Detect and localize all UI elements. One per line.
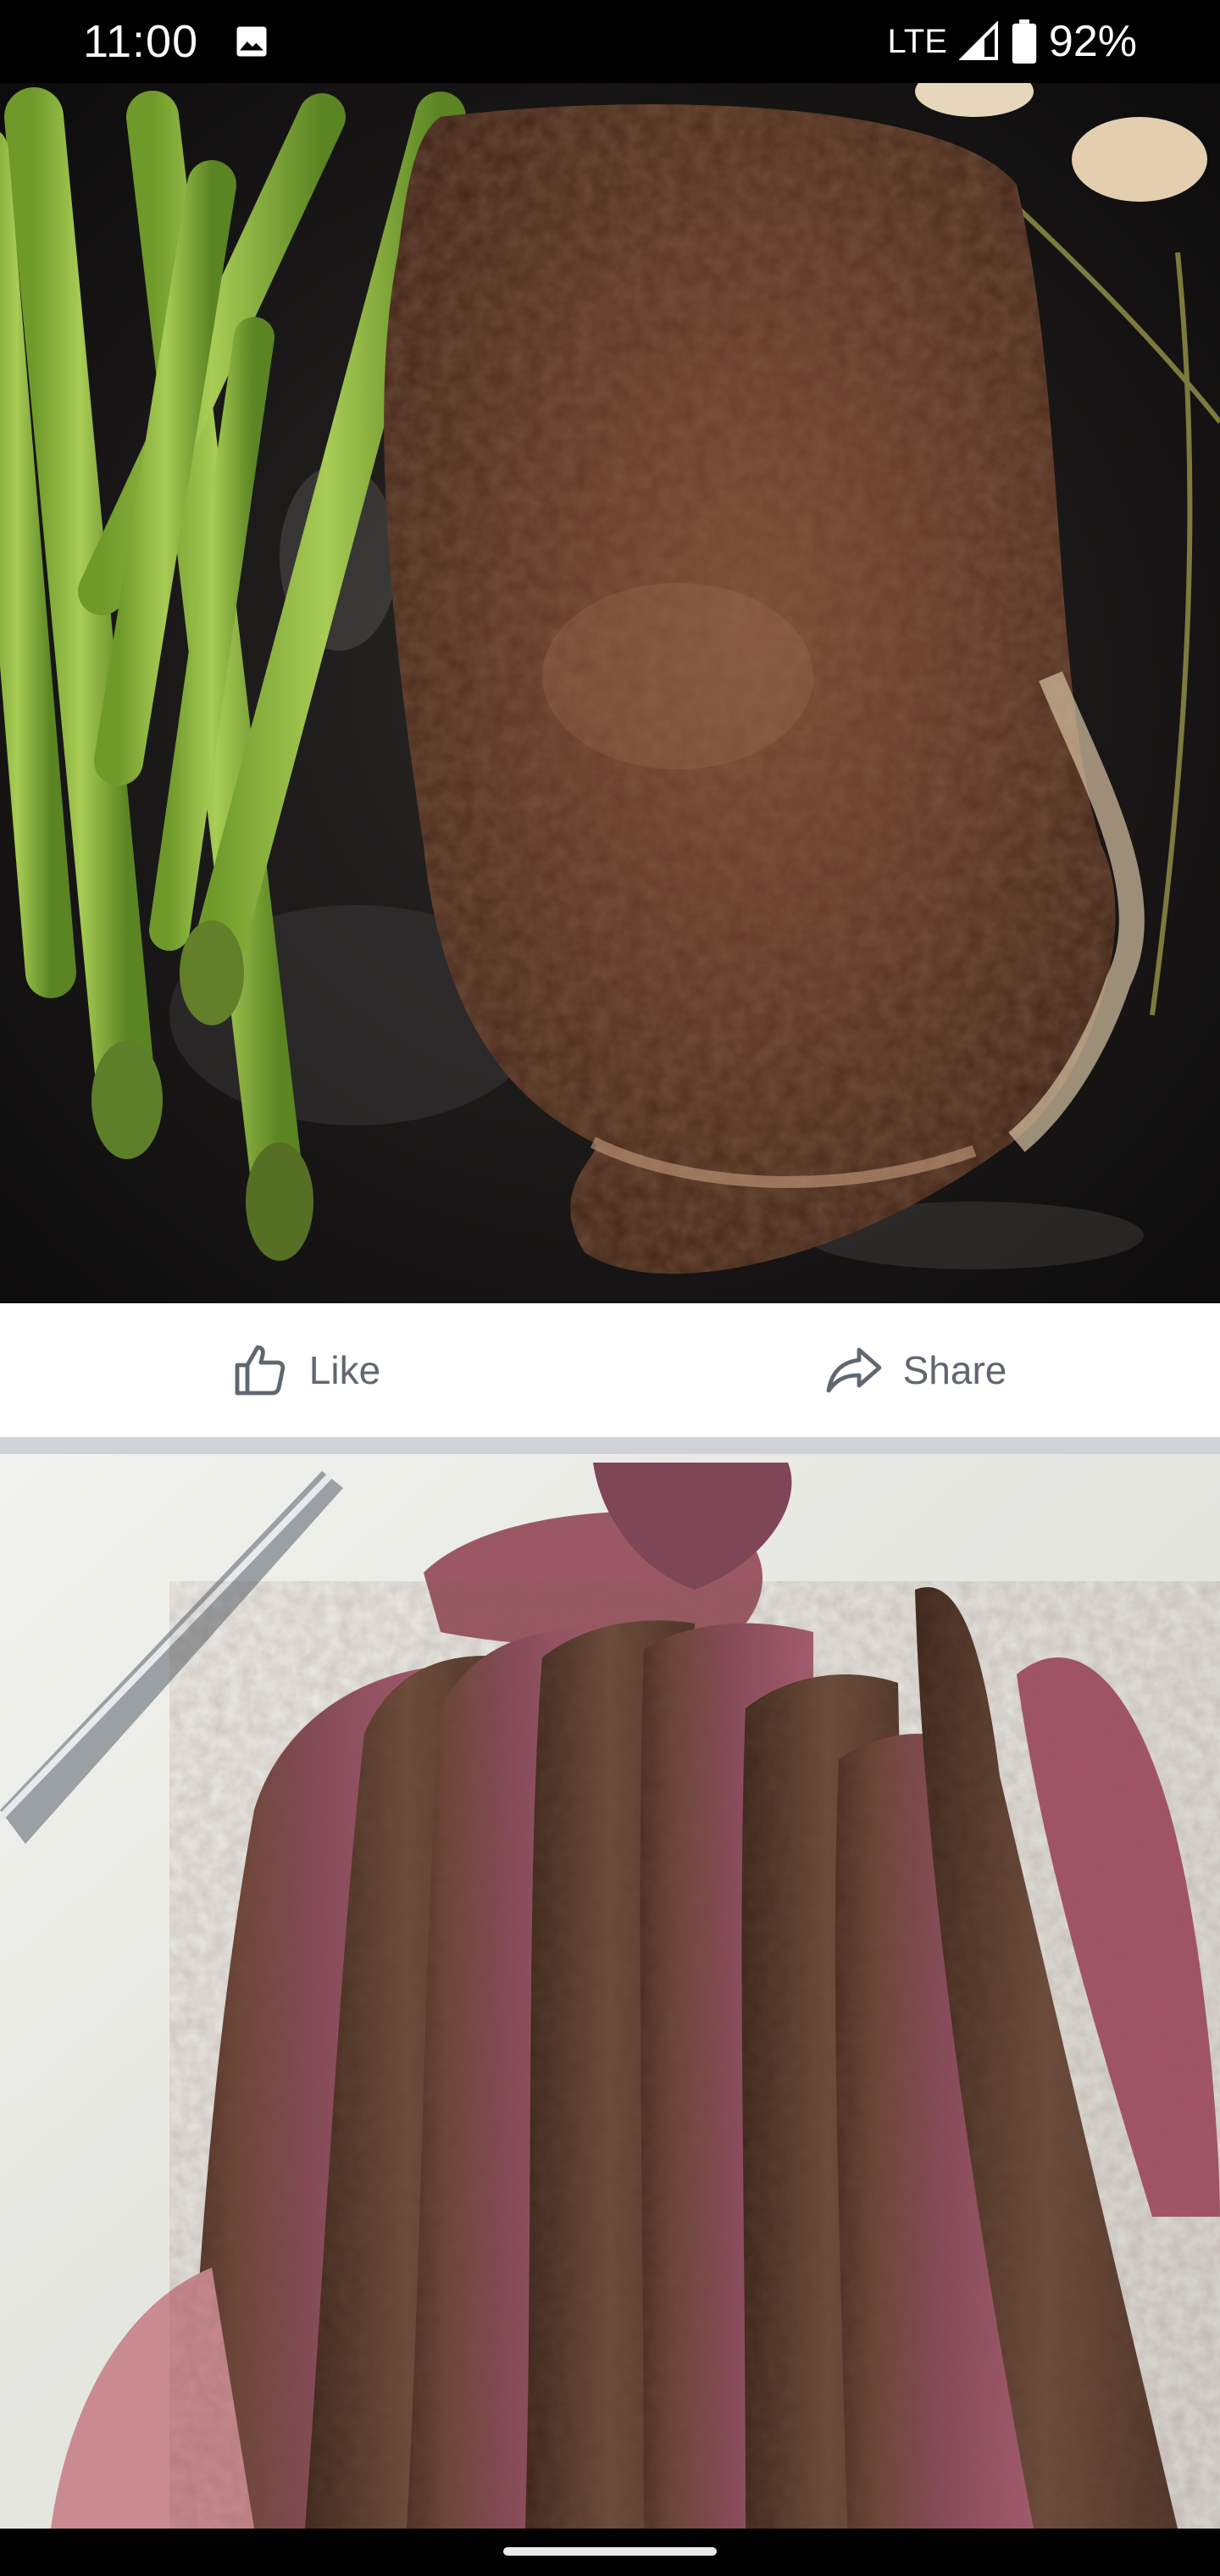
post-divider bbox=[0, 1437, 1220, 1454]
post-photo-sliced-steak[interactable] bbox=[0, 1454, 1220, 2529]
status-time: 11:00 bbox=[83, 16, 199, 67]
navigation-bar bbox=[0, 2529, 1220, 2576]
status-left: 11:00 bbox=[83, 15, 269, 68]
share-label: Share bbox=[902, 1348, 1007, 1392]
sliced-steak-on-cutting-board-photo bbox=[0, 1454, 1220, 2529]
signal-icon bbox=[958, 21, 1000, 62]
share-arrow-icon bbox=[824, 1340, 884, 1401]
status-bar: 11:00 LTE 92% bbox=[0, 0, 1220, 83]
screen: 11:00 LTE 92% Like Share bbox=[0, 0, 1220, 2576]
battery-percent: 92% bbox=[1048, 17, 1137, 66]
status-right: LTE 92% bbox=[888, 16, 1137, 67]
post-action-bar: Like Share bbox=[0, 1303, 1220, 1437]
share-button[interactable]: Share bbox=[610, 1303, 1220, 1437]
home-gesture-handle[interactable] bbox=[503, 2547, 717, 2556]
post-photo-steak-asparagus[interactable] bbox=[0, 83, 1220, 1303]
like-button[interactable]: Like bbox=[0, 1303, 610, 1437]
battery-icon bbox=[1012, 19, 1037, 64]
image-notification-icon bbox=[234, 24, 269, 59]
like-label: Like bbox=[308, 1348, 381, 1392]
thumbs-up-icon bbox=[230, 1340, 291, 1401]
network-type: LTE bbox=[887, 22, 947, 60]
seared-steak-with-asparagus-photo bbox=[0, 83, 1220, 1303]
